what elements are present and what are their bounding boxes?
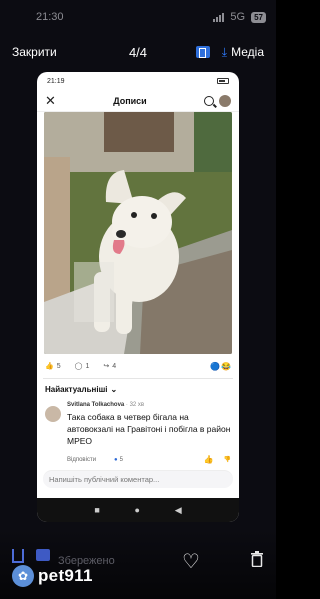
comment-avatar[interactable] <box>45 406 61 422</box>
reaction-emojis: 🔵 😂 <box>210 362 231 371</box>
office-icon[interactable] <box>195 46 210 58</box>
like-icon: 👍 <box>45 363 54 370</box>
reaction-actions: 👍 5 ◯ 1 ↪ 4 <box>45 362 117 371</box>
network-label: 5G <box>230 11 246 23</box>
comment-actions: Відповісти ● 5 👍 👎 <box>67 455 231 464</box>
android-nav-bar: ■ ● ◀ <box>37 498 239 522</box>
comment-text: Така собака в четвер бігала на автовокза… <box>67 412 231 446</box>
post-header-title: Дописи <box>113 95 147 106</box>
battery-badge: 57 <box>251 11 266 23</box>
status-time: 21:30 <box>36 11 64 23</box>
share-count: 4 <box>112 362 117 370</box>
media-button[interactable]: ⤓ Медіа <box>222 45 264 60</box>
comment-meta: Svitlana Tolkachova · 32 хв <box>67 402 231 408</box>
post-header: ✕ Дописи <box>37 90 239 112</box>
comment-button[interactable]: ◯ 1 <box>74 362 90 371</box>
comment-count: 1 <box>85 362 90 370</box>
thumbs-down-icon[interactable]: 👎 <box>224 456 231 463</box>
inner-status-time: 21:19 <box>47 77 65 85</box>
viewer-actions: ⤓ Медіа <box>195 45 264 60</box>
comment-like-count: 5 <box>119 456 124 463</box>
share-button[interactable]: ↪ 4 <box>103 362 117 371</box>
home-icon[interactable]: ● <box>135 505 140 515</box>
heart-icon[interactable]: ♡ <box>182 549 200 574</box>
comment-author[interactable]: Svitlana Tolkachova <box>67 402 124 408</box>
screen: 21:30 5G 57 Закрити 4/4 ⤓ Медіа 21:19 ✕ … <box>0 0 276 599</box>
watermark-logo: ✿ pet911 <box>12 565 93 587</box>
comment-input[interactable]: Напишіть публічний коментар... <box>43 470 233 488</box>
comment-time: 32 хв <box>129 402 145 408</box>
close-icon: ✕ <box>45 92 56 108</box>
thumbs-up-icon[interactable]: 👍 <box>204 455 214 464</box>
haha-reaction-icon: 😂 <box>221 361 231 371</box>
recents-icon[interactable]: ■ <box>94 505 99 515</box>
like-button[interactable]: 👍 5 <box>45 362 61 371</box>
dog-photo <box>44 112 232 354</box>
battery-icon <box>217 78 229 84</box>
image-icon[interactable] <box>36 549 50 561</box>
back-icon[interactable]: ◀ <box>175 505 182 516</box>
download-icon: ⤓ <box>221 44 228 59</box>
avatar <box>219 94 231 107</box>
share-icon[interactable] <box>12 549 24 563</box>
share-icon: ↪ <box>103 363 110 370</box>
media-label: Медіа <box>231 45 264 59</box>
bottom-toolbar: Збережено ♡ ✿ pet911 <box>0 529 276 599</box>
like-count: 5 <box>56 362 61 370</box>
comment-body: Svitlana Tolkachova · 32 хв Така собака … <box>67 402 231 464</box>
status-indicators: 5G 57 <box>213 11 266 23</box>
sort-dropdown[interactable]: Найактуальніші ⌄ <box>37 379 239 398</box>
reaction-bar: 👍 5 ◯ 1 ↪ 4 🔵 😂 <box>37 354 239 378</box>
pin-icon: ✿ <box>12 565 34 587</box>
reply-button[interactable]: Відповісти <box>67 457 96 463</box>
watermark-text: pet911 <box>38 566 93 585</box>
sort-label: Найактуальніші <box>45 385 108 394</box>
post-header-actions <box>204 94 231 107</box>
dog-photo-illustration <box>44 112 232 354</box>
comment-likes: ● 5 <box>114 457 123 463</box>
viewer-header: Закрити 4/4 ⤓ Медіа <box>0 38 276 66</box>
chevron-down-icon: ⌄ <box>110 385 118 394</box>
comment: Svitlana Tolkachova · 32 хв Така собака … <box>37 398 239 468</box>
search-icon <box>204 95 214 106</box>
like-badge-icon: ● <box>114 456 118 463</box>
like-reaction-icon: 🔵 <box>210 361 221 371</box>
inner-status-bar: 21:19 <box>37 72 239 90</box>
post-screenshot: 21:19 ✕ Дописи 👍 5 ◯ 1 ↪ 4 🔵 😂 Найактуал… <box>37 72 239 522</box>
trash-icon[interactable] <box>250 551 264 567</box>
status-bar: 21:30 5G 57 <box>0 0 276 34</box>
comment-icon: ◯ <box>74 363 83 370</box>
signal-icon <box>213 12 225 22</box>
